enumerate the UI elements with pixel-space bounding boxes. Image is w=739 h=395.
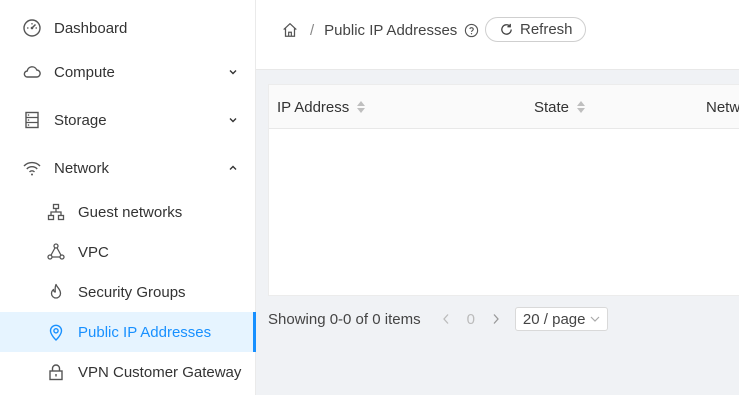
chevron-right-icon[interactable] <box>489 309 503 329</box>
sidebar-item-label: VPC <box>78 243 109 261</box>
sidebar-item-label: Network <box>54 159 110 177</box>
sort-icon[interactable] <box>357 99 366 115</box>
sidebar-item-compute[interactable]: Compute <box>0 52 256 92</box>
storage-icon <box>22 110 42 130</box>
page-size-value: 20 / page <box>522 310 586 328</box>
breadcrumb: / Public IP Addresses <box>280 18 479 42</box>
sidebar-item-label: Security Groups <box>78 283 186 301</box>
refresh-button[interactable]: Refresh <box>485 17 586 42</box>
chevron-up-icon <box>226 161 240 175</box>
location-pin-icon <box>46 322 66 342</box>
sidebar-item-guest-networks[interactable]: Guest networks <box>0 192 256 232</box>
sidebar-item-label: Storage <box>54 111 107 129</box>
dashboard-icon <box>22 18 42 38</box>
column-header-ip-address[interactable]: IP Address <box>277 85 366 129</box>
column-header-label: IP Address <box>277 98 350 116</box>
ip-address-table: IP Address State Network <box>268 84 739 296</box>
vpc-icon <box>46 242 66 262</box>
column-header-label: State <box>534 98 570 116</box>
chevron-down-icon <box>589 313 601 325</box>
sidebar-item-label: Public IP Addresses <box>78 323 212 341</box>
question-circle-icon[interactable] <box>463 22 479 38</box>
sidebar-item-public-ip-addresses[interactable]: Public IP Addresses <box>0 312 256 352</box>
refresh-label: Refresh <box>520 21 573 38</box>
page-header: / Public IP Addresses Refresh <box>256 0 739 70</box>
sidebar-item-security-groups[interactable]: Security Groups <box>0 272 256 312</box>
pagination: Showing 0-0 of 0 items 0 20 / page <box>268 306 609 332</box>
sidebar-item-vpn-customer-gateway[interactable]: VPN Customer Gateway <box>0 352 256 392</box>
chevron-down-icon <box>226 65 240 79</box>
cloud-icon <box>22 62 42 82</box>
sidebar-item-label: VPN Customer Gateway <box>78 363 242 381</box>
column-header-network[interactable]: Network <box>706 85 739 129</box>
breadcrumb-current: Public IP Addresses <box>324 21 458 39</box>
chevron-down-icon <box>226 113 240 127</box>
wifi-icon <box>22 158 42 178</box>
fire-icon <box>46 282 66 302</box>
sidebar-item-label: Compute <box>54 63 115 81</box>
table-header: IP Address State Network <box>269 85 739 129</box>
sidebar-item-storage[interactable]: Storage <box>0 100 256 140</box>
column-header-label: Network <box>706 98 739 116</box>
sort-icon[interactable] <box>577 99 586 115</box>
home-icon[interactable] <box>280 20 300 40</box>
pagination-total: Showing 0-0 of 0 items <box>268 310 421 328</box>
sidebar: Dashboard Compute Storage Network Guest … <box>0 0 256 395</box>
sidebar-item-dashboard[interactable]: Dashboard <box>0 8 256 48</box>
column-header-state[interactable]: State <box>534 85 586 129</box>
page-size-select[interactable]: 20 / page <box>514 307 609 331</box>
pagination-current-page[interactable]: 0 <box>467 311 475 328</box>
sidebar-item-network[interactable]: Network <box>0 148 256 188</box>
lock-icon <box>46 362 66 382</box>
network-tree-icon <box>46 202 66 222</box>
sidebar-item-label: Dashboard <box>54 19 128 37</box>
chevron-left-icon[interactable] <box>439 309 453 329</box>
sidebar-item-vpc[interactable]: VPC <box>0 232 256 272</box>
sidebar-item-label: Guest networks <box>78 203 183 221</box>
breadcrumb-separator: / <box>310 21 315 39</box>
refresh-icon <box>498 22 514 38</box>
